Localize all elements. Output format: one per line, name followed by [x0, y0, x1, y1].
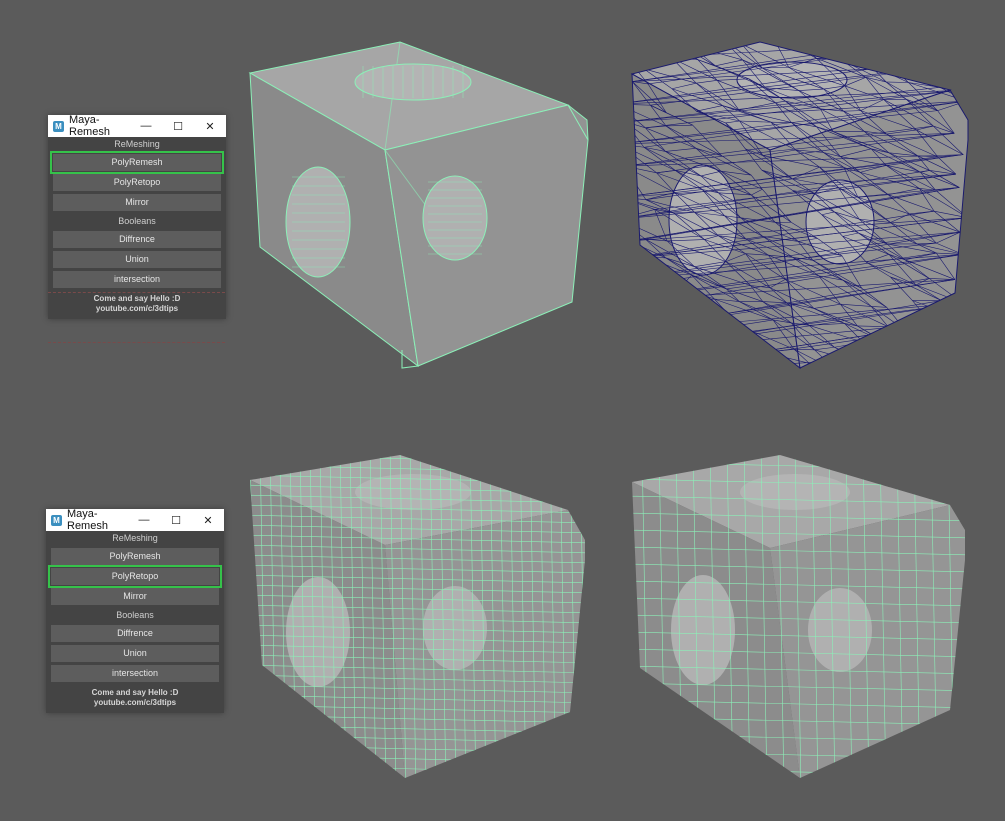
viewport-remeshed-quads[interactable] [240, 445, 596, 793]
viewport-canvas[interactable] [0, 0, 1005, 821]
viewport-retopo-quads[interactable] [625, 445, 975, 793]
viewport-triangulated-mesh[interactable] [617, 34, 969, 377]
viewport-original-mesh[interactable] [248, 41, 589, 369]
